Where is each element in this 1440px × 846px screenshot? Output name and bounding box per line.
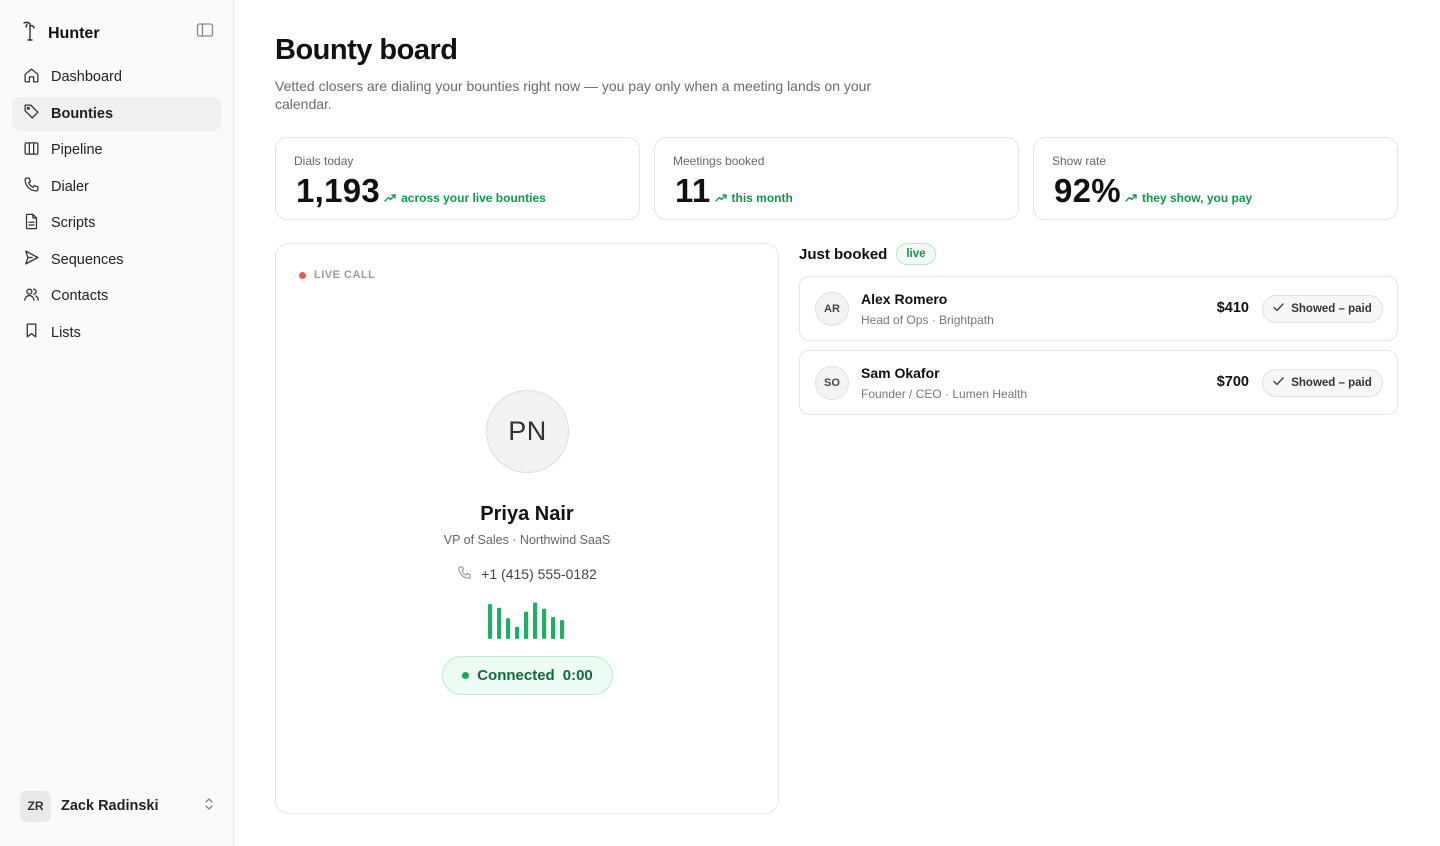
waveform-bar (560, 620, 565, 639)
sidebar-item-dashboard[interactable]: Dashboard (12, 60, 221, 94)
trend-up-icon (384, 191, 396, 205)
chevron-up-down-icon (204, 797, 214, 816)
trend-up-icon (714, 191, 727, 205)
stat-label: Meetings booked (673, 154, 765, 168)
status-label: Showed – paid (1291, 303, 1372, 315)
caller-name: Priya Nair (480, 503, 574, 525)
status-badge: Showed – paid (1262, 295, 1383, 323)
waveform-bar (533, 602, 538, 639)
waveform-bar (542, 608, 547, 639)
sidebar-item-label: Dashboard (51, 69, 122, 85)
live-badge: live (896, 243, 936, 265)
check-icon (1273, 377, 1284, 389)
sidebar-toggle-icon[interactable] (196, 22, 214, 38)
brand-name: Hunter (48, 24, 100, 42)
avatar: AR (815, 292, 849, 326)
booked-title-company: Head of Ops · Brightpath (861, 313, 994, 327)
booked-name: Sam Okafor (861, 365, 940, 381)
booked-row[interactable]: SO Sam Okafor Founder / CEO · Lumen Heal… (799, 350, 1398, 415)
sidebar-item-label: Dialer (51, 178, 89, 195)
sidebar-nav: Dashboard Bounties Pipeline Dialer Scrip… (12, 60, 221, 352)
waveform-bar (506, 618, 511, 639)
call-status: Connected (477, 667, 555, 684)
stat-note: this month (731, 191, 793, 205)
bounty-amount: $700 (1216, 374, 1249, 390)
stat-card-meetings: Meetings booked 11 this month (654, 137, 1019, 220)
stat-label: Show rate (1052, 154, 1107, 168)
stat-card-show-rate: Show rate 92% they show, you pay (1033, 137, 1398, 220)
bookmark-icon (23, 322, 40, 343)
stat-value: 1,193 (296, 172, 381, 209)
sidebar-item-pipeline[interactable]: Pipeline (12, 133, 221, 167)
avatar: ZR (20, 790, 51, 822)
trend-up-icon (1125, 191, 1137, 205)
phone-icon (23, 176, 40, 197)
user-name: Zack Radinski (61, 798, 159, 814)
stat-card-dials: Dials today 1,193 across your live bount… (275, 137, 640, 220)
sidebar-item-label: Lists (51, 324, 81, 341)
tag-icon (23, 103, 40, 124)
send-icon (23, 249, 40, 270)
home-icon (23, 67, 40, 88)
page-subtitle: Vetted closers are dialing your bounties… (275, 78, 872, 112)
live-call-label: LIVE CALL (314, 269, 376, 281)
sidebar-item-scripts[interactable]: Scripts (12, 206, 221, 240)
sidebar-item-label: Bounties (51, 105, 114, 122)
caller-avatar: PN (486, 390, 569, 473)
stat-value: 11 (675, 172, 711, 209)
main-content: Bounty board Vetted closers are dialing … (234, 0, 1440, 846)
waveform-bar (551, 617, 556, 639)
sidebar-item-dialer[interactable]: Dialer (12, 170, 221, 204)
audio-waveform (488, 602, 565, 639)
hunter-logo-icon (20, 20, 40, 47)
live-call-card: LIVE CALL PN Priya Nair VP of Sales · No… (275, 243, 779, 814)
check-icon (1273, 303, 1284, 315)
brand[interactable]: Hunter (20, 20, 100, 47)
avatar: SO (815, 366, 849, 400)
file-icon (23, 213, 40, 234)
stat-label: Dials today (294, 154, 354, 168)
just-booked-header: Just booked live (799, 243, 936, 265)
columns-icon (23, 140, 40, 161)
page-title: Bounty board (275, 34, 458, 66)
status-badge: Showed – paid (1262, 369, 1383, 397)
stat-note: they show, you pay (1141, 191, 1253, 205)
stat-value: 92% (1054, 172, 1121, 209)
status-label: Showed – paid (1291, 377, 1372, 389)
booked-row[interactable]: AR Alex Romero Head of Ops · Brightpath … (799, 276, 1398, 341)
waveform-bar (515, 626, 520, 639)
waveform-bar (497, 607, 502, 639)
sidebar-item-label: Contacts (51, 288, 109, 304)
sidebar-item-bounties[interactable]: Bounties (12, 96, 221, 131)
user-menu[interactable]: ZR Zack Radinski (20, 790, 214, 822)
call-status-pill: Connected 0:00 (442, 656, 613, 695)
sidebar-item-contacts[interactable]: Contacts (12, 279, 221, 313)
booked-name: Alex Romero (861, 291, 948, 307)
sidebar-item-label: Sequences (51, 251, 124, 268)
waveform-bar (488, 604, 493, 639)
stat-note: across your live bounties (401, 191, 546, 205)
waveform-bar (524, 611, 529, 639)
just-booked-title: Just booked (799, 245, 888, 263)
live-indicator-dot (299, 271, 306, 279)
booked-title-company: Founder / CEO · Lumen Health (861, 387, 1028, 401)
call-timer: 0:00 (562, 667, 593, 684)
connected-dot (462, 672, 470, 679)
caller-role: VP of Sales · Northwind SaaS (443, 533, 611, 547)
sidebar-item-label: Scripts (51, 215, 96, 231)
sidebar-item-lists[interactable]: Lists (12, 316, 221, 350)
caller-phone: +1 (415) 555-0182 (481, 566, 597, 582)
bounty-amount: $410 (1216, 300, 1249, 316)
sidebar-item-sequences[interactable]: Sequences (12, 243, 221, 277)
users-icon (23, 286, 40, 307)
phone-icon (457, 565, 472, 583)
sidebar-item-label: Pipeline (51, 142, 103, 158)
sidebar: Hunter Dashboard Bounties Pipeline Diale… (0, 0, 234, 846)
